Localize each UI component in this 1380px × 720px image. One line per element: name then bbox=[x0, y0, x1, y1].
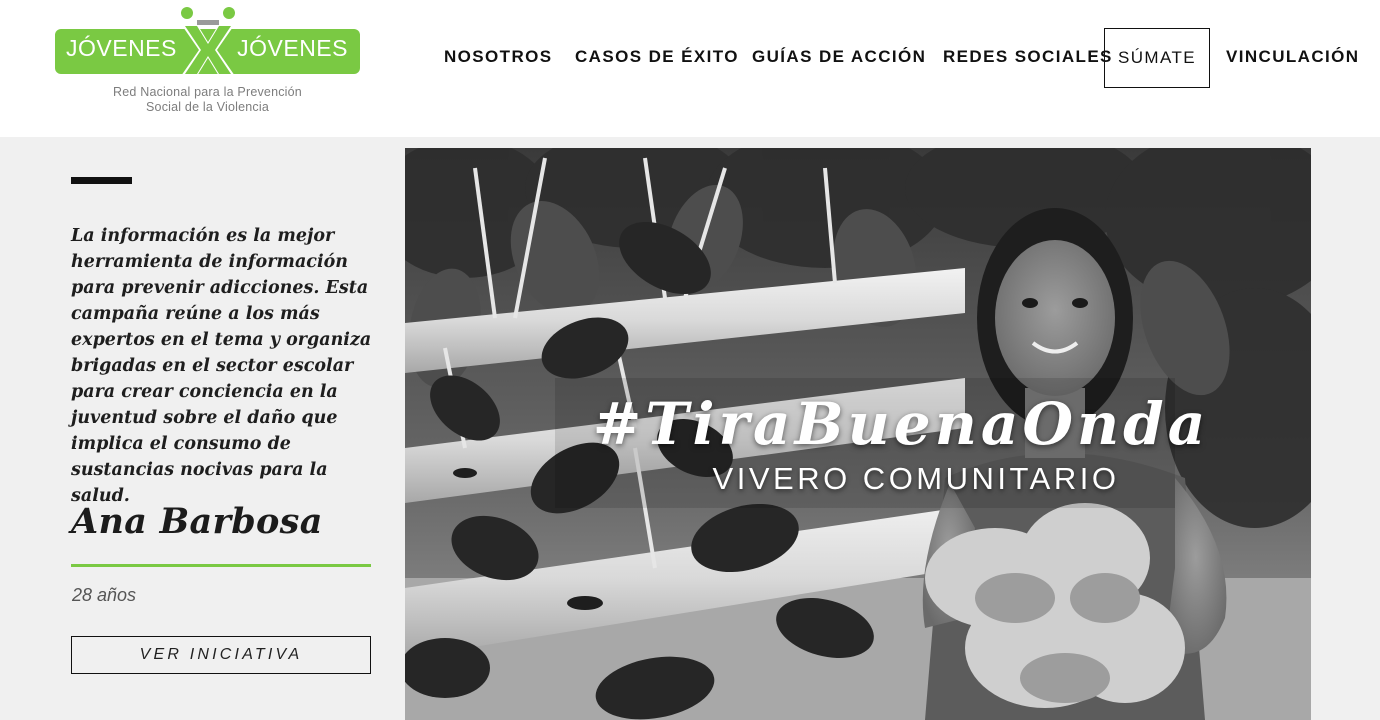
logo-word-right: JÓVENES bbox=[237, 35, 348, 61]
story-quote: La información es la mejor herramienta d… bbox=[71, 226, 372, 506]
nav-item-casos-de-exito[interactable]: CASOS DE ÉXITO bbox=[575, 28, 739, 88]
site-logo[interactable]: JÓVENES JÓVENES Red Nacional para la Pre… bbox=[55, 4, 360, 116]
hero-subtitle: VIVERO COMUNITARIO bbox=[712, 461, 1120, 496]
name-divider bbox=[71, 564, 371, 567]
person-name: Ana Barbosa bbox=[71, 501, 323, 542]
nav-item-nosotros[interactable]: NOSOTROS bbox=[444, 28, 553, 88]
hero-image: #TiraBuenaOnda VIVERO COMUNITARIO bbox=[405, 148, 1311, 720]
accent-bar bbox=[71, 177, 132, 184]
logo-figures-icon bbox=[181, 7, 235, 76]
logo-word-left: JÓVENES bbox=[66, 35, 177, 61]
nav-item-guias-de-accion[interactable]: GUÍAS DE ACCIÓN bbox=[752, 28, 926, 88]
site-header: JÓVENES JÓVENES Red Nacional para la Pre… bbox=[0, 0, 1380, 137]
logo-tagline-line1: Red Nacional para la Prevención bbox=[113, 85, 302, 99]
featured-story-section: La información es la mejor herramienta d… bbox=[0, 137, 1380, 720]
nav-item-sumate-button[interactable]: SÚMATE bbox=[1104, 28, 1210, 88]
logo-tagline-line2: Social de la Violencia bbox=[146, 100, 269, 114]
person-age: 28 años bbox=[72, 585, 137, 605]
nav-item-redes-sociales[interactable]: REDES SOCIALES bbox=[943, 28, 1113, 88]
view-initiative-button[interactable]: VER INICIATIVA bbox=[71, 636, 371, 674]
nav-item-vinculacion[interactable]: VINCULACIÓN bbox=[1226, 28, 1359, 88]
hero-title: #TiraBuenaOnda bbox=[592, 390, 1210, 458]
